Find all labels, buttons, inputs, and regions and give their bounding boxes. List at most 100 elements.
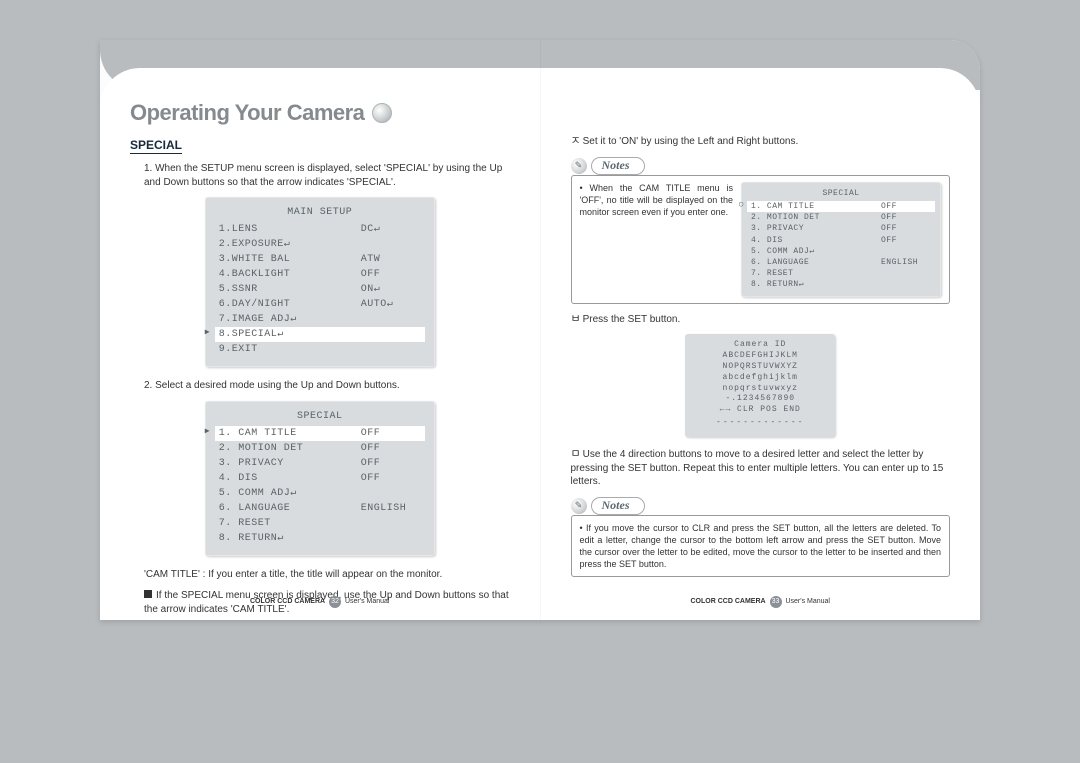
menu-row: 3. PRIVACYOFF [219,456,421,471]
menu-key: 2.EXPOSURE↵ [219,237,361,252]
menu-row: 1. CAM TITLEOFF [747,201,935,212]
camera-id-row: ←→ CLR POS END [695,405,825,416]
step-2-text: 2. Select a desired mode using the Up an… [130,379,510,393]
menu-value [361,312,421,327]
menu-value: ENGLISH [881,257,931,268]
menu-key: 8. RETURN↵ [219,531,361,546]
menu-rows: 1.LENSDC↵2.EXPOSURE↵3.WHITE BALATW4.BACK… [219,222,421,357]
menu-value: OFF [361,426,421,441]
menu-key: 8.SPECIAL↵ [219,327,361,342]
camera-id-dashes: ------------- [695,418,825,429]
menu-key: 7. RESET [219,516,361,531]
camera-id-row: -.1234567890 [695,394,825,405]
menu-rows: 1. CAM TITLEOFF2. MOTION DETOFF3. PRIVAC… [751,201,931,291]
menu-row: 3. PRIVACYOFF [751,223,931,234]
notes-tab: ✎ Notes [571,157,951,175]
page-heading: Operating Your Camera [130,100,510,126]
notes-tab: ✎ Notes [571,497,951,515]
menu-key: 8. RETURN↵ [751,279,881,290]
menu-value [361,327,421,342]
menu-value: OFF [881,235,931,246]
menu-value: OFF [361,456,421,471]
footer-product: COLOR CCD CAMERA [691,598,766,605]
menu-title: SPECIAL [219,409,421,424]
menu-key: 6. LANGUAGE [751,257,881,268]
menu-value: ON↵ [361,282,421,297]
notes-icon: ✎ [571,498,587,514]
menu-row: 2. MOTION DETOFF [219,441,421,456]
menu-row: 5. COMM ADJ↵ [751,246,931,257]
menu-key: 2. MOTION DET [219,441,361,456]
step-g: ㅈSet it to 'ON' by using the Left and Ri… [571,134,951,149]
menu-rows: 1. CAM TITLEOFF2. MOTION DETOFF3. PRIVAC… [219,426,421,546]
special-menu: SPECIAL 1. CAM TITLEOFF2. MOTION DETOFF3… [205,401,435,556]
menu-key: 3. PRIVACY [751,223,881,234]
menu-key: 5. COMM ADJ↵ [219,486,361,501]
footer-product: COLOR CCD CAMERA [250,598,325,605]
notes-box-2: • If you move the cursor to CLR and pres… [571,515,951,578]
menu-value: AUTO↵ [361,297,421,312]
notes-label: Notes [591,157,645,175]
step-g-text: Set it to 'ON' by using the Left and Rig… [583,136,799,147]
notes-label: Notes [591,497,645,515]
menu-key: 3. PRIVACY [219,456,361,471]
camera-id-row: abcdefghijklm [695,373,825,384]
menu-row: 1. CAM TITLEOFF [215,426,425,441]
left-footer: COLOR CCD CAMERA 32 User's Manual [100,596,540,608]
menu-row: 6. LANGUAGEENGLISH [219,501,421,516]
heading-bullet-icon [372,103,392,123]
menu-row: 6. LANGUAGEENGLISH [751,257,931,268]
menu-row: 5. COMM ADJ↵ [219,486,421,501]
menu-row: 3.WHITE BALATW [219,252,421,267]
menu-row: 1.LENSDC↵ [219,222,421,237]
main-setup-menu: MAIN SETUP 1.LENSDC↵2.EXPOSURE↵3.WHITE B… [205,197,435,367]
menu-value [361,486,421,501]
menu-key: 4. DIS [751,235,881,246]
menu-value [881,279,931,290]
step-mark-icon: ㅁ [571,447,581,462]
step-1-text: 1. When the SETUP menu screen is display… [130,162,510,189]
menu-row: 7. RESET [219,516,421,531]
special-menu-small: SPECIAL 1. CAM TITLEOFF2. MOTION DETOFF3… [741,182,941,297]
menu-value: OFF [361,441,421,456]
menu-row: 4. DISOFF [751,235,931,246]
menu-key: 6.DAY/NIGHT [219,297,361,312]
menu-row: 9.EXIT [219,342,421,357]
menu-row: 6.DAY/NIGHTAUTO↵ [219,297,421,312]
menu-value: DC↵ [361,222,421,237]
menu-row: 7. RESET [751,268,931,279]
menu-value: OFF [881,212,931,223]
footer-label: User's Manual [345,598,390,605]
menu-value: OFF [361,471,421,486]
step-mark-icon: ㅂ [571,312,581,327]
menu-value [361,516,421,531]
step-i-text: Use the 4 direction buttons to move to a… [571,449,944,487]
step-h-text: Press the SET button. [583,314,681,325]
heading-text: Operating Your Camera [130,100,364,126]
menu-row: 8. RETURN↵ [751,279,931,290]
camera-id-row: ABCDEFGHIJKLM [695,351,825,362]
menu-key: 2. MOTION DET [751,212,881,223]
camera-id-menu: Camera ID ABCDEFGHIJKLM NOPQRSTUVWXYZ ab… [685,334,835,436]
camera-id-row: NOPQRSTUVWXYZ [695,362,825,373]
menu-value: OFF [881,201,931,212]
camera-id-row: nopqrstuvwxyz [695,384,825,395]
menu-value [361,531,421,546]
camera-id-title: Camera ID [695,340,825,351]
menu-key: 1. CAM TITLE [751,201,881,212]
left-page: Operating Your Camera SPECIAL 1. When th… [100,40,541,620]
menu-key: 1. CAM TITLE [219,426,361,441]
notes-box-1: • When the CAM TITLE menu is 'OFF', no t… [571,175,951,304]
menu-value: ATW [361,252,421,267]
step-h: ㅂPress the SET button. [571,312,951,327]
menu-value [881,246,931,257]
menu-value [881,268,931,279]
footer-label: User's Manual [785,598,830,605]
menu-key: 3.WHITE BAL [219,252,361,267]
page-number-left: 32 [329,596,341,608]
menu-row: 5.SSNRON↵ [219,282,421,297]
step-i: ㅁUse the 4 direction buttons to move to … [571,447,951,489]
menu-title: SPECIAL [751,188,931,199]
menu-key: 5.SSNR [219,282,361,297]
menu-row: 8.SPECIAL↵ [215,327,425,342]
